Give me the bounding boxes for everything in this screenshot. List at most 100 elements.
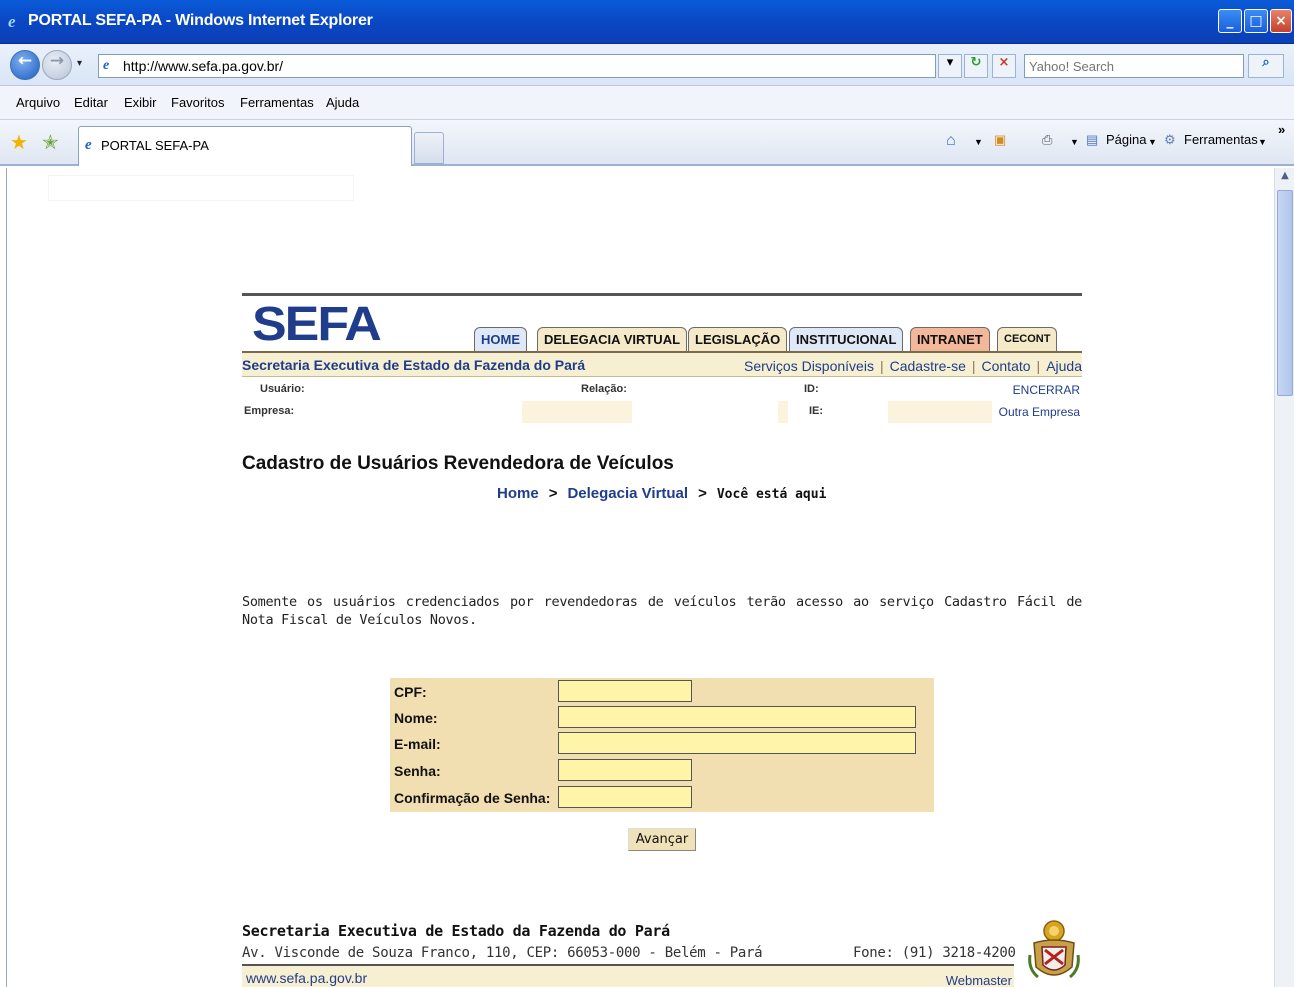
tab-intranet[interactable]: INTRANET <box>910 327 990 351</box>
search-input[interactable] <box>1025 55 1243 77</box>
window-title: PORTAL SEFA-PA - Windows Internet Explor… <box>28 12 373 29</box>
page-menu[interactable]: Página <box>1106 132 1146 147</box>
menu-editar[interactable]: Editar <box>74 95 108 110</box>
link-servicos-disponiveis[interactable]: Serviços Disponíveis <box>744 358 874 374</box>
address-dropdown-button[interactable]: ▾ <box>938 54 962 78</box>
nome-label: Nome: <box>394 710 438 726</box>
link-cadastre-se[interactable]: Cadastre-se <box>890 358 966 374</box>
tab-delegacia-virtual[interactable]: DELEGACIA VIRTUAL <box>537 327 688 351</box>
footer-agency-name: Secretaria Executiva de Estado da Fazend… <box>242 922 670 940</box>
page-favicon-icon: e <box>103 58 110 73</box>
window-titlebar: e PORTAL SEFA-PA - Windows Internet Expl… <box>0 0 1294 44</box>
page-title: Cadastro de Usuários Revendedora de Veíc… <box>242 453 674 474</box>
tab-favicon-icon: e <box>85 137 92 153</box>
ie-spacer <box>778 401 788 423</box>
state-coat-of-arms-icon <box>1028 920 1080 979</box>
tab-home[interactable]: HOME <box>474 327 527 351</box>
user-info-row: Usuário: Relação: ID: ENCERRAR <box>242 379 1082 401</box>
footer-site-link[interactable]: www.sefa.pa.gov.br <box>246 970 367 986</box>
blank-banner <box>48 175 354 201</box>
home-icon[interactable]: ⌂ <box>946 132 956 150</box>
cpf-field[interactable] <box>558 680 692 702</box>
tab-legislacao[interactable]: LEGISLAÇÃO <box>688 327 788 351</box>
relacao-label: Relação: <box>581 383 627 395</box>
vertical-scrollbar[interactable]: ▲ <box>1274 168 1294 987</box>
back-button[interactable]: ← <box>10 50 40 80</box>
link-contato[interactable]: Contato <box>982 358 1031 374</box>
tab-cecont[interactable]: CECONT <box>997 327 1058 351</box>
add-favorite-icon[interactable]: ✭ <box>42 130 59 154</box>
address-field[interactable]: e http://www.sefa.pa.gov.br/ <box>98 54 936 78</box>
empresa-label: Empresa: <box>244 405 295 417</box>
feeds-icon[interactable]: ▣ <box>994 132 1006 148</box>
webmaster-link[interactable]: Webmaster <box>946 973 1012 987</box>
gear-icon: ⚙ <box>1164 132 1176 147</box>
link-separator: | <box>879 358 884 374</box>
form-row-nome: Nome: <box>390 704 934 730</box>
favorites-star-icon[interactable]: ★ <box>10 130 28 154</box>
email-label: E-mail: <box>394 736 441 752</box>
agency-name: Secretaria Executiva de Estado da Fazend… <box>242 357 586 373</box>
scroll-up-icon[interactable]: ▲ <box>1277 170 1293 186</box>
refresh-icon[interactable]: ↻ <box>964 54 988 78</box>
breadcrumb-delegacia-virtual[interactable]: Delegacia Virtual <box>567 485 688 502</box>
print-dropdown-icon[interactable]: ▼ <box>1070 137 1079 147</box>
menu-exibir[interactable]: Exibir <box>124 95 157 110</box>
print-icon[interactable]: ⎙ <box>1042 132 1052 148</box>
new-tab-button[interactable] <box>414 132 444 164</box>
agency-header: Secretaria Executiva de Estado da Fazend… <box>242 351 1082 377</box>
more-commands-icon[interactable]: » <box>1278 122 1285 137</box>
breadcrumb-separator: > <box>548 485 558 502</box>
company-info-row: Empresa: IE: Outra Empresa <box>242 401 1082 423</box>
scrollbar-thumb[interactable] <box>1277 190 1293 396</box>
maximize-button[interactable]: □ <box>1244 9 1268 33</box>
link-separator: | <box>971 358 976 374</box>
tab-title: PORTAL SEFA-PA <box>101 138 209 153</box>
search-box[interactable] <box>1024 54 1244 78</box>
confirmacao-label: Confirmação de Senha: <box>394 790 551 806</box>
menu-ajuda[interactable]: Ajuda <box>326 95 359 110</box>
registration-form: CPF: Nome: E-mail: Senha: Confirmação de… <box>390 678 934 812</box>
search-icon[interactable]: ⌕ <box>1248 54 1284 78</box>
usuario-label: Usuário: <box>260 383 305 395</box>
form-row-senha: Senha: <box>390 757 934 783</box>
access-notice: Somente os usuários credenciados por rev… <box>242 594 1082 628</box>
menu-arquivo[interactable]: Arquivo <box>16 95 60 110</box>
menu-ferramentas[interactable]: Ferramentas <box>240 95 314 110</box>
link-ajuda[interactable]: Ajuda <box>1046 358 1082 374</box>
nome-field[interactable] <box>558 706 916 728</box>
favorites-bar: ★ ✭ e PORTAL SEFA-PA ⌂ ▼ ▣ ⎙ ▼ ▤ Página … <box>0 120 1294 166</box>
encerrar-link[interactable]: ENCERRAR <box>1013 383 1080 397</box>
tools-dropdown-icon[interactable]: ▼ <box>1258 137 1267 147</box>
page-viewport <box>6 168 1274 987</box>
breadcrumb-current: Você está aqui <box>716 487 827 502</box>
tab-institucional[interactable]: INSTITUCIONAL <box>789 327 904 351</box>
ie-value <box>888 401 992 423</box>
stop-icon[interactable]: × <box>992 54 1016 78</box>
close-window-button[interactable]: × <box>1270 9 1292 33</box>
outra-empresa-link[interactable]: Outra Empresa <box>999 405 1080 419</box>
recent-pages-dropdown-icon[interactable]: ▾ <box>77 58 82 69</box>
email-field[interactable] <box>558 732 916 754</box>
top-rule <box>242 293 1082 296</box>
tools-menu[interactable]: Ferramentas <box>1184 132 1258 147</box>
form-row-confirmacao: Confirmação de Senha: <box>390 784 934 810</box>
menu-bar: Arquivo Editar Exibir Favoritos Ferramen… <box>0 86 1294 120</box>
address-url: http://www.sefa.pa.gov.br/ <box>123 58 284 74</box>
minimize-button[interactable]: _ <box>1218 9 1242 33</box>
link-separator: | <box>1036 358 1041 374</box>
avancar-button[interactable]: Avançar <box>628 828 696 851</box>
senha-field[interactable] <box>558 759 692 781</box>
tab-portal-sefa[interactable]: e PORTAL SEFA-PA <box>78 126 412 166</box>
forward-button[interactable]: → <box>42 50 72 80</box>
header-links: Serviços Disponíveis | Cadastre-se | Contato… <box>744 358 1082 374</box>
breadcrumb-home[interactable]: Home <box>497 485 539 502</box>
confirmacao-senha-field[interactable] <box>558 786 692 808</box>
footer-bar: www.sefa.pa.gov.br Webmaster <box>242 964 1014 987</box>
page-icon: ▤ <box>1086 132 1099 147</box>
page-dropdown-icon[interactable]: ▼ <box>1148 137 1157 147</box>
home-dropdown-icon[interactable]: ▼ <box>974 137 983 147</box>
form-row-cpf: CPF: <box>390 678 934 704</box>
sefa-logo[interactable]: SEFA <box>252 297 382 352</box>
menu-favoritos[interactable]: Favoritos <box>171 95 224 110</box>
